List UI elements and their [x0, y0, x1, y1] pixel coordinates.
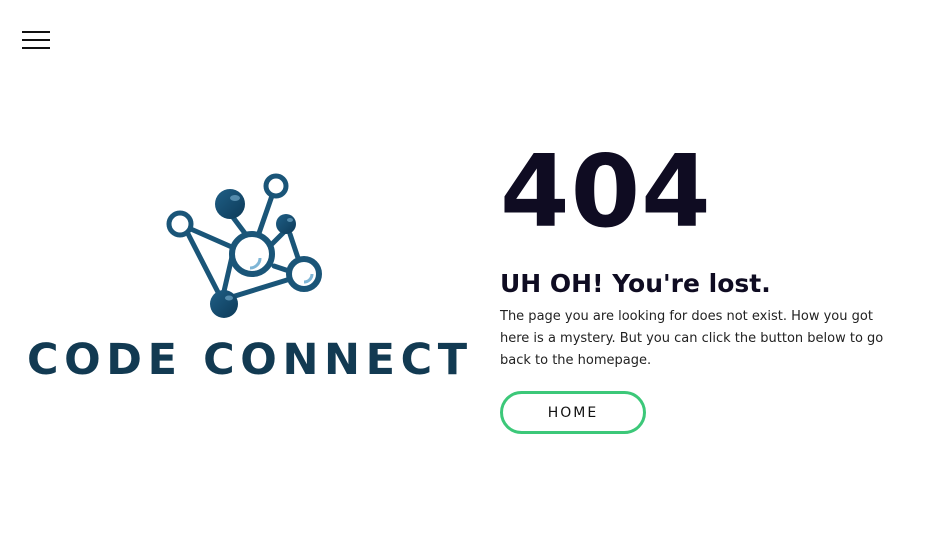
home-button[interactable]: HOME [500, 391, 646, 434]
logo-text: CODE CONNECT [27, 335, 473, 385]
code-connect-logo: CODE CONNECT [24, 168, 470, 388]
menu-line [22, 47, 50, 49]
error-content: 404 UH OH! You're lost. The page you are… [500, 140, 910, 434]
menu-line [22, 31, 50, 33]
error-headline: UH OH! You're lost. [500, 269, 771, 298]
hamburger-menu-icon[interactable] [22, 30, 50, 52]
menu-line [22, 39, 50, 41]
error-description: The page you are looking for does not ex… [500, 309, 884, 368]
error-code: 404 [500, 133, 712, 250]
page: CODE CONNECT 404 UH OH! You're lost. The… [0, 0, 931, 540]
network-nodes-icon [166, 173, 322, 318]
